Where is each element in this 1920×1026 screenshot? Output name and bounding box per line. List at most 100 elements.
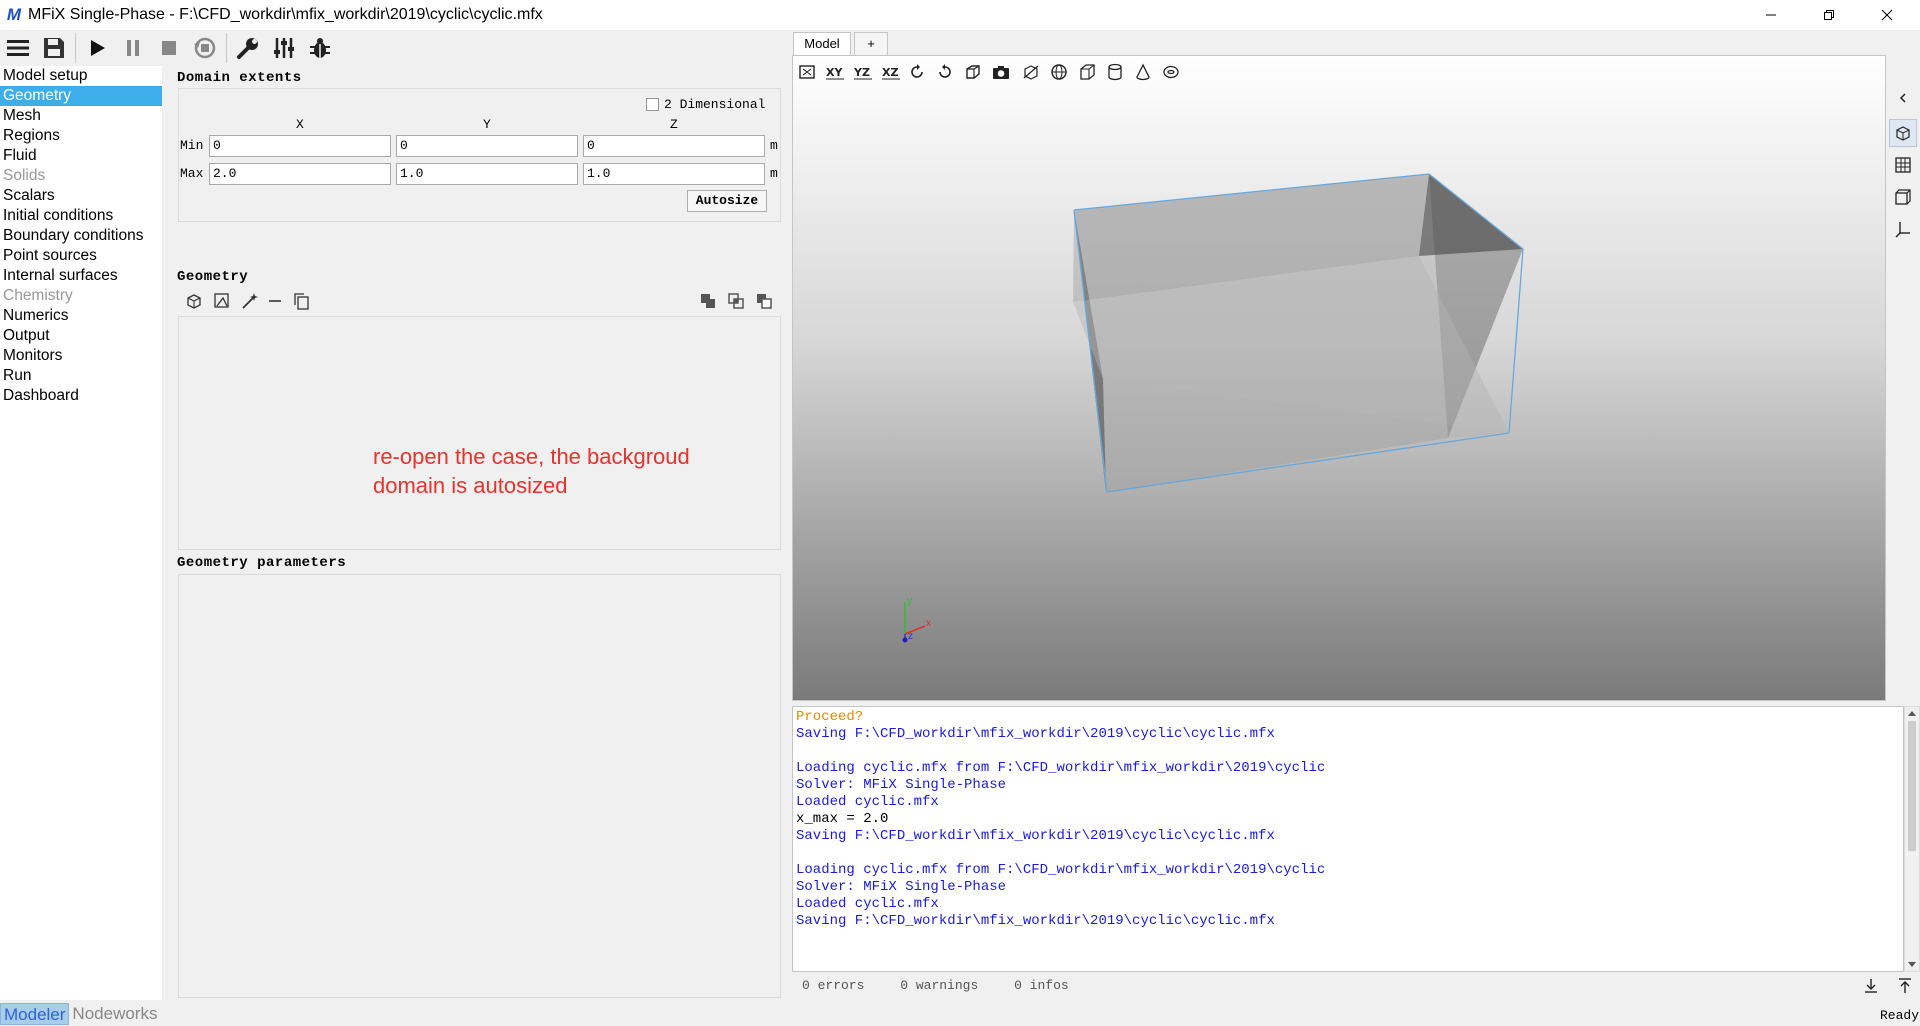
max-unit-label: m [770,166,778,181]
geometry-parameters-panel [178,574,781,998]
log-line: x_max = 2.0 [796,811,889,827]
tab-nodeworks[interactable]: Nodeworks [69,1003,160,1025]
annotation-line-1: re-open the case, the backgroud [373,444,690,469]
domain-extents-title: Domain extents [177,70,302,86]
axis-z-label: z [908,631,913,642]
model-viewport[interactable]: XY YZ XZ y x z [792,55,1886,701]
log-line: Saving F:\CFD_workdir\mfix_workdir\2019\… [796,913,1275,929]
column-y-label: Y [483,117,491,132]
minimize-button[interactable] [1742,0,1800,30]
nav-item-point-sources[interactable]: Point sources [0,246,162,266]
annotation-line-2: domain is autosized [373,473,568,498]
bug-icon[interactable] [302,31,338,65]
nav-item-mesh[interactable]: Mesh [0,106,162,126]
tab-modeler[interactable]: Modeler [0,1003,70,1025]
nav-item-numerics[interactable]: Numerics [0,306,162,326]
add-shape-icon[interactable] [183,290,205,312]
y-min-input[interactable]: 0 [396,135,578,157]
nav-item-output[interactable]: Output [0,326,162,346]
orientation-axes: y x z [902,596,931,643]
difference-icon[interactable] [753,290,775,312]
nav-item-scalars[interactable]: Scalars [0,186,162,206]
warning-count: 0 warnings [900,978,979,993]
nav-item-boundary-conditions[interactable]: Boundary conditions [0,226,162,246]
nav-item-internal-surfaces[interactable]: Internal surfaces [0,266,162,286]
nav-item-model-setup[interactable]: Model setup [0,66,162,86]
close-button[interactable] [1858,0,1916,30]
wrench-icon[interactable] [230,31,266,65]
menu-icon[interactable] [0,31,36,65]
log-line: Saving F:\CFD_workdir\mfix_workdir\2019\… [796,828,1275,844]
nav-item-run[interactable]: Run [0,366,162,386]
mfix-logo-icon: M [6,5,22,24]
status-ready: Ready [1880,1008,1920,1023]
column-x-label: X [296,117,304,132]
remove-icon[interactable] [264,290,286,312]
nav-item-fluid[interactable]: Fluid [0,146,162,166]
geometry-parameters-title: Geometry parameters [177,555,347,571]
scroll-to-top-icon[interactable] [1896,977,1914,995]
nav-item-regions[interactable]: Regions [0,126,162,146]
z-min-input[interactable]: 0 [583,135,765,157]
log-line: Loaded cyclic.mfx [796,896,939,912]
scroll-to-bottom-icon[interactable] [1862,977,1880,995]
navigation-tree: Model setup Geometry Mesh Regions Fluid Solid… [0,66,162,1000]
domain-box-render [1073,173,1524,493]
intersect-icon[interactable] [725,290,747,312]
axis-y-label: y [907,596,912,607]
y-max-input[interactable]: 1.0 [396,163,578,185]
pause-icon[interactable] [115,31,151,65]
max-label: Max [180,166,204,181]
toolbar-separator [75,32,76,63]
add-tab-button[interactable]: + [854,32,888,56]
x-min-input[interactable]: 0 [209,135,391,157]
toolbar-separator [226,32,227,63]
background-mesh-icon[interactable] [1889,183,1917,211]
geometry-toolbar [178,288,781,316]
tab-model[interactable]: Model [793,32,851,56]
x-max-input[interactable]: 2.0 [209,163,391,185]
mesh-visibility-icon[interactable] [1889,151,1917,179]
log-line: Loaded cyclic.mfx [796,794,939,810]
column-z-label: Z [670,117,678,132]
log-line: Loading cyclic.mfx from F:\CFD_workdir\m… [796,862,1326,878]
add-stl-icon[interactable] [211,290,233,312]
sliders-icon[interactable] [266,31,302,65]
nav-item-solids: Solids [3,167,46,184]
main-toolbar [0,30,790,65]
log-line: Saving F:\CFD_workdir\mfix_workdir\2019\… [796,726,1275,742]
message-console[interactable]: Proceed? Saving F:\CFD_workdir\mfix_workd… [792,706,1904,972]
axis-x-label: x [926,618,931,629]
nav-item-geometry[interactable]: Geometry [0,86,162,106]
log-line: Proceed? [796,709,864,725]
console-scrollbar[interactable] [1904,706,1920,972]
log-line: Solver: MFiX Single-Phase [796,777,1007,793]
z-max-input[interactable]: 1.0 [583,163,765,185]
nav-item-chemistry: Chemistry [3,287,73,304]
nav-item-monitors[interactable]: Monitors [0,346,162,366]
save-icon[interactable] [36,31,72,65]
nav-item-dashboard[interactable]: Dashboard [0,386,162,406]
error-count: 0 errors [802,978,865,993]
annotation-text: re-open the case, the backgroud domain i… [373,442,773,500]
min-unit-label: m [770,138,778,153]
wizard-icon[interactable] [239,290,261,312]
copy-icon[interactable] [290,290,312,312]
collapse-chevron-icon[interactable] [1889,87,1917,109]
union-icon[interactable] [697,290,719,312]
two-dimensional-checkbox[interactable] [646,98,659,111]
play-icon[interactable] [79,31,115,65]
stop-icon[interactable] [151,31,187,65]
title-bar: M MFiX Single-Phase - F:\CFD_workdir\mfi… [0,0,1920,30]
geometry-visibility-icon[interactable] [1889,119,1917,147]
geometry-tree[interactable] [178,316,781,550]
reset-icon[interactable] [187,31,223,65]
autosize-button[interactable]: Autosize [687,190,767,212]
nav-item-initial-conditions[interactable]: Initial conditions [0,206,162,226]
axes-visibility-icon[interactable] [1889,215,1917,243]
domain-extents-group: 2 Dimensional X Y Z Min 0 0 0 m Max 2.0 … [178,88,781,222]
restore-button[interactable] [1800,0,1858,30]
bottom-mode-tabs: Modeler Nodeworks [0,1003,160,1025]
